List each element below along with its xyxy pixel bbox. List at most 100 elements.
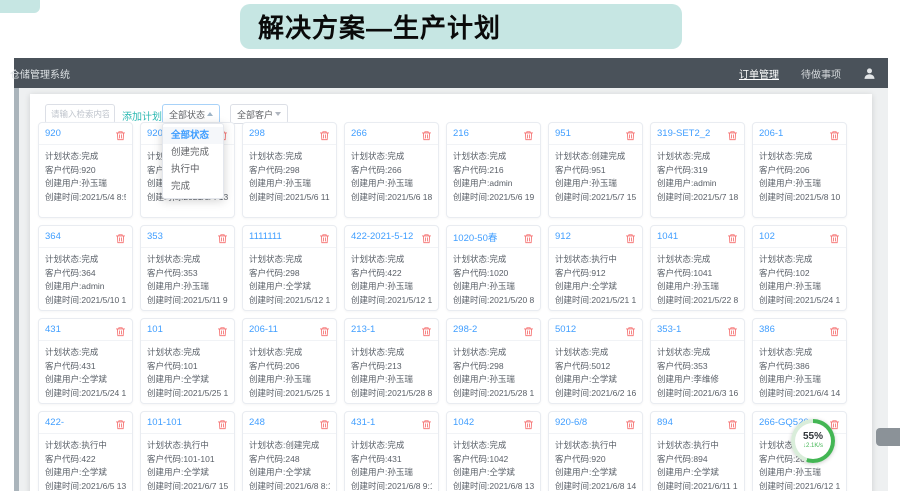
plan-customer: 客户代码:298 (249, 164, 330, 178)
plan-id-link[interactable]: 102 (759, 231, 775, 242)
progress-overlay-widget[interactable]: 55% ↓2.1K/s (791, 419, 835, 463)
plan-id-link[interactable]: 101 (147, 324, 163, 335)
plan-card: 248 计划状态:创建完成 客户代码:248 创建用户:仝学斌 创建时间:202… (242, 411, 337, 491)
nav-item-orders[interactable]: 订单管理 (739, 66, 779, 81)
delete-icon[interactable] (319, 417, 330, 428)
plan-card: 1020-50春 计划状态:完成 客户代码:1020 创建用户:孙玉瑞 创建时间… (446, 225, 541, 311)
plan-id-link[interactable]: 353-1 (657, 324, 681, 335)
plan-creator: 创建用户:孙玉瑞 (759, 177, 840, 191)
progress-ring: 55% ↓2.1K/s (791, 419, 835, 463)
plan-id-link[interactable]: 353 (147, 231, 163, 242)
plan-id-link[interactable]: 1041 (657, 231, 678, 242)
plan-creator: 创建用户:admin (657, 177, 738, 191)
plan-id-link[interactable]: 431-1 (351, 417, 375, 428)
delete-icon[interactable] (421, 417, 432, 428)
delete-icon[interactable] (115, 231, 126, 242)
delete-icon[interactable] (319, 231, 330, 242)
plan-id-link[interactable]: 5012 (555, 324, 576, 335)
user-icon[interactable] (863, 67, 876, 80)
delete-icon[interactable] (217, 324, 228, 335)
plan-creator: 创建用户:admin (453, 177, 534, 191)
plan-id-link[interactable]: 1042 (453, 417, 474, 428)
delete-icon[interactable] (625, 231, 636, 242)
plan-id-link[interactable]: 213-1 (351, 324, 375, 335)
delete-icon[interactable] (217, 231, 228, 242)
delete-icon[interactable] (727, 231, 738, 242)
plan-time: 创建时间:2021/6/8 13:50:19 (453, 480, 534, 491)
delete-icon[interactable] (217, 417, 228, 428)
delete-icon[interactable] (625, 417, 636, 428)
plan-card: 101 计划状态:完成 客户代码:101 创建用户:仝学斌 创建时间:2021/… (140, 318, 235, 404)
plan-id-link[interactable]: 206-11 (249, 324, 278, 335)
delete-icon[interactable] (421, 324, 432, 335)
delete-icon[interactable] (319, 128, 330, 139)
delete-icon[interactable] (523, 231, 534, 242)
plan-id-link[interactable]: 216 (453, 128, 469, 139)
status-select[interactable]: 全部状态 (162, 104, 220, 124)
plan-id-link[interactable]: 206-1 (759, 128, 783, 139)
status-dropdown-option[interactable]: 执行中 (163, 161, 223, 178)
delete-icon[interactable] (727, 324, 738, 335)
plan-creator: 创建用户:仝学斌 (249, 280, 330, 294)
plan-time: 创建时间:2021/5/7 15:49:42 (555, 191, 636, 205)
delete-icon[interactable] (829, 128, 840, 139)
plan-time: 创建时间:2021/5/7 18:50:14 (657, 191, 738, 205)
plan-card: 920 计划状态:完成 客户代码:920 创建用户:孙玉瑞 创建时间:2021/… (38, 122, 133, 218)
plan-card: 266 计划状态:完成 客户代码:266 创建用户:孙玉瑞 创建时间:2021/… (344, 122, 439, 218)
plan-id-link[interactable]: 951 (555, 128, 571, 139)
plan-id-link[interactable]: 431 (45, 324, 61, 335)
delete-icon[interactable] (115, 128, 126, 139)
delete-icon[interactable] (115, 417, 126, 428)
plan-customer: 客户代码:422 (351, 267, 432, 281)
delete-icon[interactable] (727, 417, 738, 428)
plan-status: 计划状态:完成 (351, 253, 432, 267)
plan-card: 1041 计划状态:完成 客户代码:1041 创建用户:孙玉瑞 创建时间:202… (650, 225, 745, 311)
plan-status: 计划状态:执行中 (657, 439, 738, 453)
nav-item-todo[interactable]: 待做事项 (801, 66, 841, 81)
add-plan-button[interactable]: 添加计划 (122, 108, 162, 123)
delete-icon[interactable] (523, 128, 534, 139)
plan-id-link[interactable]: 1111111 (249, 231, 282, 242)
plan-customer: 客户代码:1042 (453, 453, 534, 467)
plan-id-link[interactable]: 298 (249, 128, 265, 139)
plan-status: 计划状态:完成 (453, 253, 534, 267)
plan-id-link[interactable]: 920 (147, 128, 163, 139)
plan-id-link[interactable]: 364 (45, 231, 61, 242)
plan-creator: 创建用户:仝学斌 (555, 466, 636, 480)
status-dropdown-option[interactable]: 完成 (163, 178, 223, 195)
plan-id-link[interactable]: 894 (657, 417, 673, 428)
delete-icon[interactable] (421, 231, 432, 242)
plan-id-link[interactable]: 386 (759, 324, 775, 335)
plan-id-link[interactable]: 298-2 (453, 324, 477, 335)
plan-time: 创建时间:2021/5/10 12:45:47 (45, 294, 126, 308)
delete-icon[interactable] (625, 324, 636, 335)
customer-select[interactable]: 全部客户 (230, 104, 288, 124)
delete-icon[interactable] (115, 324, 126, 335)
delete-icon[interactable] (727, 128, 738, 139)
plan-status: 计划状态:完成 (657, 150, 738, 164)
delete-icon[interactable] (829, 231, 840, 242)
plan-creator: 创建用户:孙玉瑞 (351, 280, 432, 294)
delete-icon[interactable] (625, 128, 636, 139)
plan-id-link[interactable]: 1020-50春 (453, 230, 497, 244)
plan-time: 创建时间:2021/6/8 14:50:14 (555, 480, 636, 491)
plan-id-link[interactable]: 912 (555, 231, 571, 242)
delete-icon[interactable] (829, 324, 840, 335)
status-dropdown-option[interactable]: 全部状态 (163, 127, 223, 144)
plan-id-link[interactable]: 248 (249, 417, 265, 428)
delete-icon[interactable] (421, 128, 432, 139)
plan-id-link[interactable]: 920 (45, 128, 61, 139)
plan-id-link[interactable]: 422-2021-5-12 (351, 231, 413, 242)
status-dropdown-option[interactable]: 创建完成 (163, 144, 223, 161)
search-input[interactable] (45, 104, 115, 124)
delete-icon[interactable] (319, 324, 330, 335)
plan-id-link[interactable]: 266 (351, 128, 367, 139)
plan-id-link[interactable]: 422- (45, 417, 64, 428)
delete-icon[interactable] (523, 324, 534, 335)
plan-id-link[interactable]: 101-101 (147, 417, 182, 428)
delete-icon[interactable] (523, 417, 534, 428)
plan-id-link[interactable]: 319-SET2_2 (657, 128, 710, 139)
plan-card: 422- 计划状态:执行中 客户代码:422 创建用户:仝学斌 创建时间:202… (38, 411, 133, 491)
plan-id-link[interactable]: 920-6/8 (555, 417, 587, 428)
plan-customer: 客户代码:920 (555, 453, 636, 467)
